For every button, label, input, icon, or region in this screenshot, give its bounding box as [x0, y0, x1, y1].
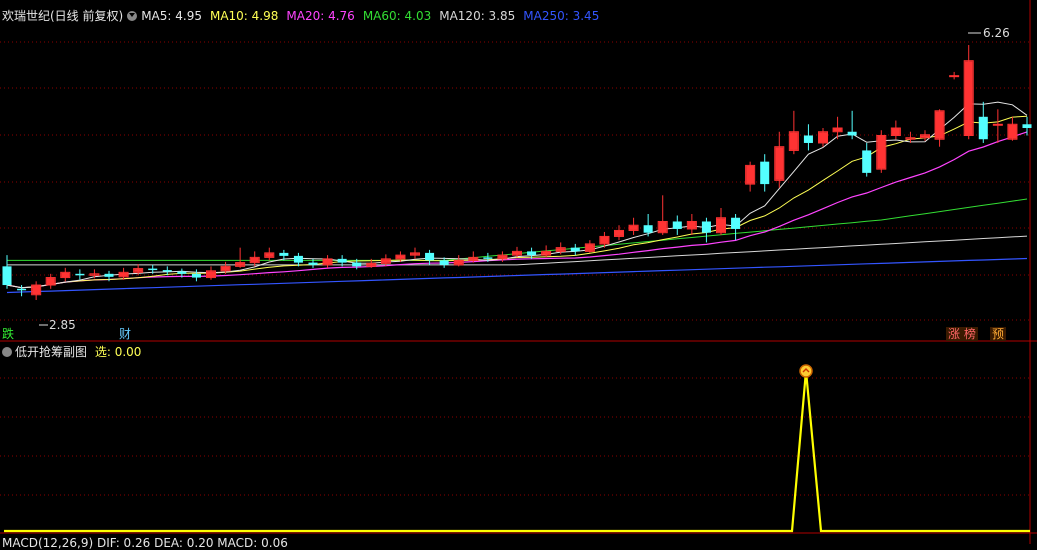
candle-fill [455, 261, 463, 264]
candle-fill [1008, 125, 1016, 139]
candle-fill [207, 271, 215, 277]
candle-fill [120, 273, 128, 276]
xuan-label: 选: [95, 345, 111, 359]
marker-yu[interactable]: 预 [990, 327, 1006, 341]
candle-body [644, 225, 653, 232]
candle-body [75, 274, 84, 275]
candle-body [2, 266, 11, 285]
candle-body [17, 289, 26, 290]
candle-body [352, 263, 361, 267]
candle-fill [557, 248, 565, 251]
signal-line [4, 371, 1030, 531]
candle-body [177, 272, 186, 274]
candle-body [979, 117, 988, 139]
candle-fill [251, 258, 259, 262]
candle-fill [688, 222, 696, 228]
marker-cai[interactable]: 财 [117, 327, 133, 341]
candle-fill [834, 129, 842, 132]
candle-fill [382, 259, 390, 262]
candle-fill [222, 267, 230, 270]
candle-body [163, 270, 172, 271]
ma5-line [7, 102, 1027, 288]
subchart-toggle-icon[interactable] [2, 347, 12, 357]
marker-zhang-bang[interactable]: 涨 榜 [946, 327, 978, 341]
candle-body [673, 221, 682, 228]
candle-fill [498, 256, 506, 259]
candle-fill [513, 252, 521, 255]
candle-body [702, 221, 711, 232]
candle-body [440, 260, 449, 264]
macd-text: MACD(12,26,9) DIF: 0.26 DEA: 0.20 MACD: … [2, 536, 288, 550]
candle-fill [134, 269, 142, 272]
candle-body [760, 162, 769, 184]
candle-fill [411, 253, 419, 254]
candle-fill [877, 136, 885, 169]
candle-body [950, 76, 959, 77]
candle-fill [542, 252, 550, 255]
candle-body [104, 274, 113, 277]
candle-body [294, 256, 303, 263]
candle-fill [659, 222, 667, 232]
signal-peak-marker [800, 365, 812, 377]
candle-fill [630, 226, 638, 230]
candle-body [483, 257, 492, 258]
candle-fill [600, 237, 608, 243]
candle-body [571, 248, 580, 252]
candle-fill [892, 129, 900, 135]
candle-body [862, 150, 871, 172]
candle-fill [746, 166, 754, 184]
candle-fill [469, 258, 477, 260]
candle-fill [61, 273, 69, 277]
candle-body [279, 253, 288, 256]
candle-fill [819, 132, 827, 142]
candle-fill [615, 231, 623, 236]
low-price-label: 2.85 [49, 318, 76, 332]
candle-body [192, 274, 201, 278]
ma10-line [7, 116, 1027, 287]
candle-fill [775, 147, 783, 180]
candle-fill [965, 61, 973, 135]
candle-body [338, 259, 347, 263]
candle-fill [32, 286, 40, 295]
high-price-label: 6.26 [983, 26, 1010, 40]
candle-body [731, 218, 740, 229]
subchart-header: 低开抢筹副图 选: 0.00 [2, 343, 141, 361]
candle-body [993, 124, 1002, 125]
candle-fill [396, 256, 404, 259]
marker-die[interactable]: 跌 [0, 327, 16, 341]
subchart-title: 低开抢筹副图 [15, 345, 87, 359]
xuan-value: 0.00 [115, 345, 142, 359]
candle-body [848, 132, 857, 136]
candle-fill [324, 259, 332, 264]
candle-body [425, 253, 434, 260]
candle-fill [367, 264, 375, 266]
price-chart[interactable] [0, 0, 1037, 544]
candle-body [804, 135, 813, 142]
candle-fill [921, 135, 929, 137]
candle-fill [47, 278, 55, 284]
ma20-line [7, 132, 1027, 288]
candle-fill [586, 244, 594, 250]
candle-fill [236, 263, 244, 266]
candle-fill [790, 132, 798, 150]
candle-body [148, 269, 157, 270]
candle-body [527, 251, 536, 255]
candle-body [1022, 124, 1031, 128]
candle-fill [265, 253, 273, 256]
candle-body [308, 263, 317, 265]
candle-fill [717, 218, 725, 232]
macd-header: MACD(12,26,9) DIF: 0.26 DEA: 0.20 MACD: … [2, 536, 288, 550]
candle-fill [936, 111, 944, 138]
